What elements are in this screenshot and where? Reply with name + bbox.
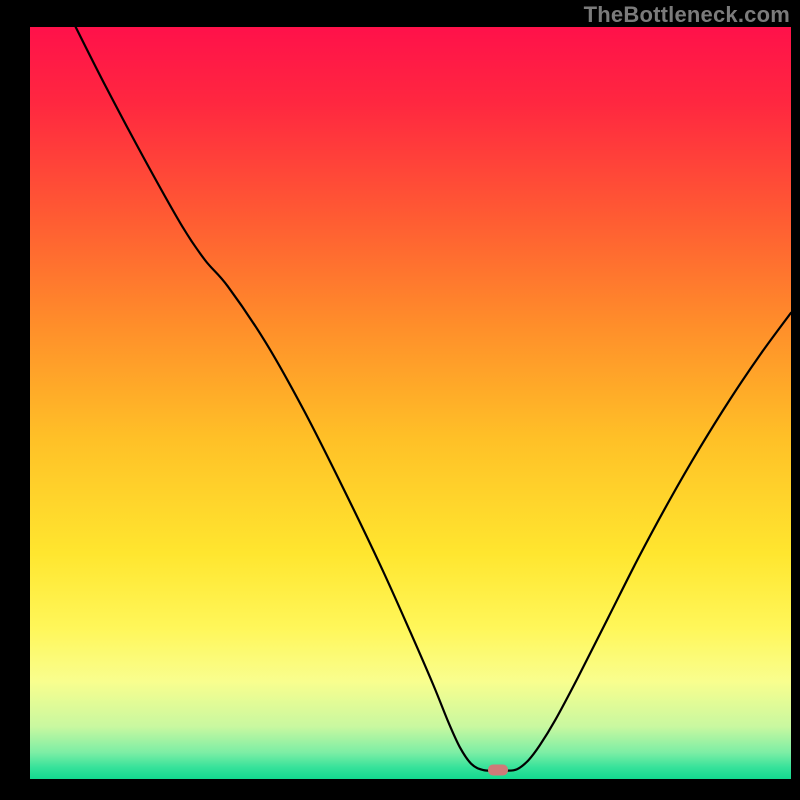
plot-background (30, 27, 791, 779)
watermark-text: TheBottleneck.com (584, 2, 790, 28)
target-marker (488, 764, 508, 775)
bottleneck-chart (0, 0, 800, 800)
